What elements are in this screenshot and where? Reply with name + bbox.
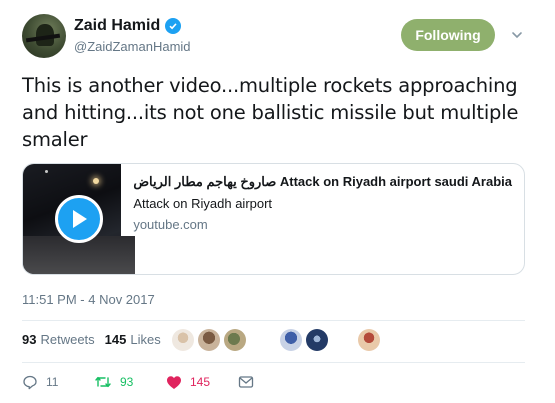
likes-count: 145 [104, 332, 127, 347]
likers-avatars [172, 329, 384, 351]
retweets-count: 93 [22, 332, 37, 347]
retweet-count: 93 [120, 375, 134, 389]
liker-avatar[interactable] [306, 329, 328, 351]
retweet-icon [95, 376, 111, 388]
reply-count: 11 [46, 375, 59, 389]
following-button[interactable]: Following [401, 19, 495, 51]
author-avatar[interactable] [22, 14, 66, 58]
video-thumbnail[interactable] [23, 164, 135, 274]
heart-icon [167, 375, 181, 389]
card-description: Attack on Riyadh airport [133, 196, 273, 211]
author-handle[interactable]: @ZaidZamanHamid [74, 39, 191, 54]
liker-avatar[interactable] [358, 329, 380, 351]
author-name-row[interactable]: Zaid Hamid [74, 17, 182, 35]
tweet-text: This is another video...multiple rockets… [22, 74, 519, 151]
liker-avatar[interactable] [224, 329, 246, 351]
verified-badge-icon [165, 18, 182, 34]
likes-label: Likes [130, 332, 161, 347]
thumbnail-flare [93, 178, 99, 184]
reply-icon [23, 375, 37, 390]
message-icon [238, 376, 254, 388]
retweets-label: Retweets [40, 332, 95, 347]
liker-avatar[interactable] [280, 329, 302, 351]
tweet-timestamp[interactable]: 11:51 PM - 4 Nov 2017 [22, 292, 155, 307]
card-body: صاروخ يهاجم مطار الرياض Attack on Riyadh… [121, 164, 524, 274]
author-name[interactable]: Zaid Hamid [74, 17, 160, 35]
tweet-actions: 11 93 145 [22, 374, 254, 390]
retweet-action[interactable]: 93 [94, 374, 166, 390]
card-title[interactable]: صاروخ يهاجم مطار الرياض Attack on Riyadh… [133, 173, 512, 191]
chevron-down-icon[interactable] [510, 28, 524, 42]
play-icon[interactable] [55, 195, 103, 243]
liker-avatar[interactable] [198, 329, 220, 351]
like-action[interactable]: 145 [166, 375, 238, 390]
liker-avatar[interactable] [172, 329, 194, 351]
retweets-stat[interactable]: 93 Retweets [22, 332, 95, 347]
reply-action[interactable]: 11 [22, 374, 94, 390]
like-count: 145 [190, 375, 211, 389]
divider [22, 320, 525, 321]
thumbnail-light [45, 170, 48, 173]
direct-message-action[interactable] [238, 375, 254, 389]
card-domain: youtube.com [133, 217, 208, 232]
engagement-stats: 93 Retweets 145 Likes [22, 332, 171, 347]
divider [22, 362, 525, 363]
likes-stat[interactable]: 145 Likes [105, 332, 161, 347]
link-card[interactable]: صاروخ يهاجم مطار الرياض Attack on Riyadh… [22, 163, 525, 275]
